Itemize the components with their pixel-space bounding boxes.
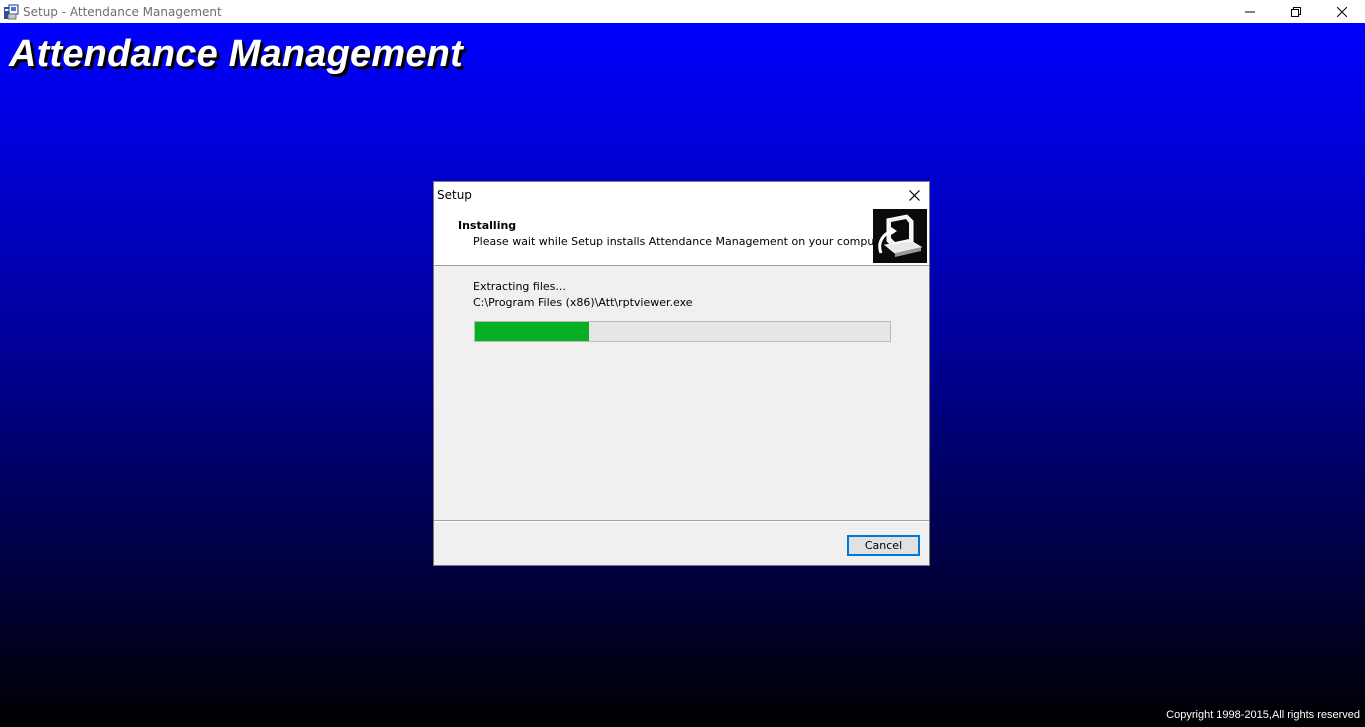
install-progress-bar <box>474 321 891 342</box>
copyright-text: Copyright 1998-2015,All rights reserved <box>1166 709 1360 721</box>
dialog-divider <box>434 520 929 522</box>
minimize-button[interactable] <box>1227 0 1273 23</box>
cancel-button[interactable]: Cancel <box>847 535 920 556</box>
current-file-path: C:\Program Files (x86)\Att\rptviewer.exe <box>473 296 693 309</box>
dialog-title: Setup <box>437 188 472 202</box>
dialog-close-button[interactable] <box>899 182 929 208</box>
setup-dialog: Setup Installing Please wait while Setup… <box>433 181 930 566</box>
dialog-header: Installing Please wait while Setup insta… <box>434 208 929 266</box>
close-icon <box>908 189 920 201</box>
minimize-icon <box>1245 11 1255 12</box>
close-button[interactable] <box>1319 0 1365 23</box>
setup-app-icon[interactable] <box>3 4 19 20</box>
window-titlebar[interactable]: Setup - Attendance Management <box>0 0 1365 23</box>
page-heading: Installing <box>458 219 517 232</box>
restore-icon <box>1291 6 1301 17</box>
page-subheading: Please wait while Setup installs Attenda… <box>473 235 893 248</box>
window-title: Setup - Attendance Management <box>23 4 222 19</box>
progress-fill <box>475 322 589 341</box>
dialog-titlebar[interactable]: Setup <box>434 182 929 208</box>
close-icon <box>1337 6 1347 17</box>
computer-install-icon <box>873 209 927 263</box>
backdrop-title: Attendance Management <box>9 33 463 75</box>
status-text: Extracting files... <box>473 280 566 293</box>
restore-button[interactable] <box>1273 0 1319 23</box>
